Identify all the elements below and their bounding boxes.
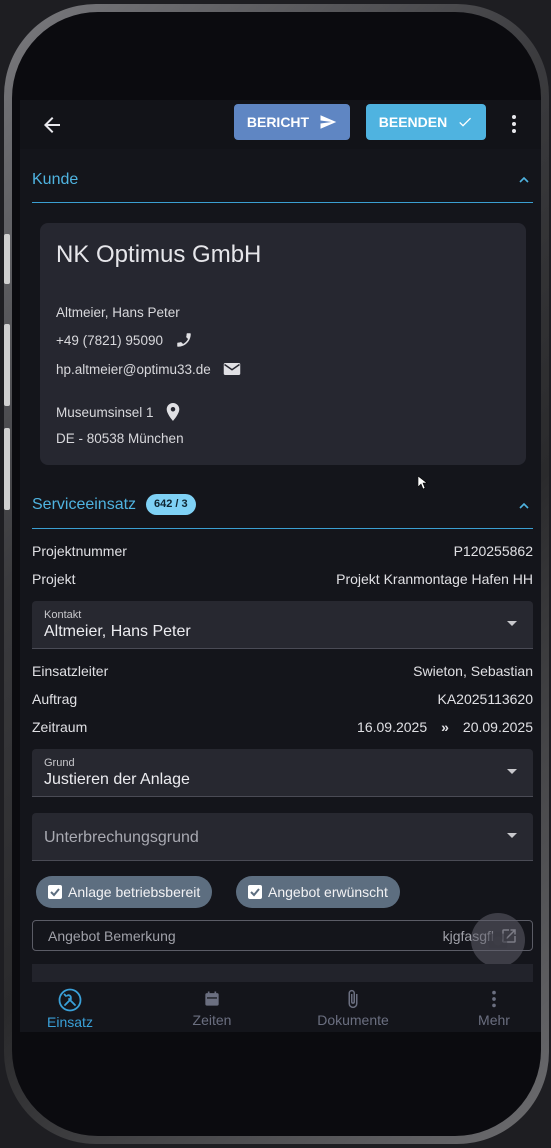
email-line[interactable]: hp.altmeier@optimu33.de (56, 361, 241, 377)
zeitraum-separator: » (441, 719, 449, 735)
tools-icon (58, 988, 82, 1012)
chevron-up-icon[interactable] (517, 173, 531, 187)
nav-einsatz[interactable]: Einsatz (20, 988, 120, 1030)
paperclip-icon (348, 989, 358, 1009)
projekt-label: Projekt (32, 571, 76, 587)
service-badge: 642 / 3 (146, 494, 196, 515)
service-title: Serviceeinsatz (32, 496, 137, 513)
street: Museumsinsel 1 (56, 404, 154, 420)
nav-dokumente-label: Dokumente (317, 1012, 389, 1028)
more-vertical-icon (492, 990, 496, 1008)
angebot-bemerkung-placeholder: Angebot Bemerkung (48, 928, 176, 944)
kunde-title: Kunde (32, 171, 79, 188)
nav-mehr-label: Mehr (478, 1012, 510, 1028)
kunde-section-header[interactable]: Kunde (32, 159, 533, 203)
check-icon (459, 117, 472, 127)
einsatzleiter-label: Einsatzleiter (32, 663, 109, 679)
side-button-volume-up (4, 324, 10, 406)
dropdown-arrow-icon[interactable] (507, 621, 517, 626)
calendar-icon (205, 991, 219, 1006)
send-icon (320, 115, 337, 129)
zeitraum-label: Zeitraum (32, 719, 88, 735)
zeitraum-value: 16.09.2025 » 20.09.2025 (357, 719, 533, 735)
bericht-button[interactable]: BERICHT (234, 104, 350, 140)
bericht-label: BERICHT (246, 114, 310, 130)
city: DE - 80538 München (56, 431, 184, 446)
nav-mehr[interactable]: Mehr (444, 988, 541, 1028)
more-vertical-icon[interactable] (504, 112, 524, 136)
angebot-bemerkung-field[interactable]: Angebot Bemerkung kjgfasgfl (32, 920, 533, 951)
street-line[interactable]: Museumsinsel 1 (56, 403, 180, 421)
zeitraum-from: 16.09.2025 (357, 719, 428, 735)
projektnummer-value: P120255862 (453, 543, 533, 559)
projekt-value: Projekt Kranmontage Hafen HH (336, 571, 533, 587)
service-section-header[interactable]: Serviceeinsatz 642 / 3 (32, 485, 533, 529)
dropdown-arrow-icon[interactable] (507, 833, 517, 838)
kontakt-label: Kontakt (44, 609, 82, 621)
unterbrechungsgrund-placeholder: Unterbrechungsgrund (44, 829, 199, 846)
beenden-label: BEENDEN (378, 114, 448, 130)
checkbox-checked-icon[interactable] (48, 885, 62, 899)
chip-angebot-erwuenscht[interactable]: Angebot erwünscht (236, 876, 400, 908)
grund-label: Grund (44, 757, 75, 769)
phone-line[interactable]: +49 (7821) 95090 (56, 331, 193, 349)
city-line: DE - 80538 München (56, 431, 184, 446)
chip-anlage-betriebsbereit[interactable]: Anlage betriebsbereit (36, 876, 213, 908)
kontakt-select[interactable]: Kontakt Altmeier, Hans Peter (32, 601, 533, 649)
side-button-volume-down (4, 428, 10, 510)
mouse-cursor-icon (418, 476, 428, 490)
nav-zeiten[interactable]: Zeiten (162, 988, 262, 1028)
next-field-partial[interactable] (32, 964, 533, 984)
mail-icon[interactable] (223, 361, 241, 377)
auftrag-row: Auftrag KA2025113620 (32, 691, 533, 711)
camera-icon (488, 931, 508, 949)
contact-line: Altmeier, Hans Peter (56, 305, 180, 320)
top-app-bar: BERICHT BEENDEN (20, 100, 541, 149)
location-pin-icon[interactable] (166, 403, 180, 421)
grund-select[interactable]: Grund Justieren der Anlage (32, 749, 533, 797)
chevron-up-icon[interactable] (517, 499, 531, 513)
phone-icon[interactable] (175, 331, 193, 349)
auftrag-value: KA2025113620 (437, 691, 534, 707)
grund-value: Justieren der Anlage (44, 771, 190, 788)
beenden-button[interactable]: BEENDEN (366, 104, 486, 140)
kontakt-value: Altmeier, Hans Peter (44, 623, 191, 640)
side-button-mute (4, 234, 10, 284)
phone-number: +49 (7821) 95090 (56, 332, 163, 348)
einsatzleiter-value: Swieton, Sebastian (413, 663, 533, 679)
company-name: NK Optimus GmbH (56, 241, 262, 268)
app-screen: BERICHT BEENDEN Kunde NK Optimus GmbH Al… (20, 100, 541, 1032)
camera-fab[interactable] (471, 913, 525, 967)
customer-card: NK Optimus GmbH Altmeier, Hans Peter +49… (40, 223, 526, 465)
einsatzleiter-row: Einsatzleiter Swieton, Sebastian (32, 663, 533, 683)
bottom-navigation: Einsatz Zeiten Dokumente Mehr (20, 982, 541, 1032)
projekt-row: Projekt Projekt Kranmontage Hafen HH (32, 571, 533, 591)
zeitraum-row: Zeitraum 16.09.2025 » 20.09.2025 (32, 719, 533, 739)
dropdown-arrow-icon[interactable] (507, 769, 517, 774)
contact-name: Altmeier, Hans Peter (56, 305, 180, 320)
chip-anlage-label: Anlage betriebsbereit (68, 884, 201, 900)
nav-dokumente[interactable]: Dokumente (303, 988, 403, 1028)
chip-angebot-label: Angebot erwünscht (268, 884, 388, 900)
nav-zeiten-label: Zeiten (192, 1012, 232, 1028)
projektnummer-label: Projektnummer (32, 543, 127, 559)
auftrag-label: Auftrag (32, 691, 78, 707)
zeitraum-to: 20.09.2025 (462, 719, 533, 735)
arrow-left-icon[interactable] (40, 113, 64, 137)
unterbrechungsgrund-select[interactable]: Unterbrechungsgrund (32, 813, 533, 861)
checkbox-checked-icon[interactable] (248, 885, 262, 899)
email-address: hp.altmeier@optimu33.de (56, 361, 211, 377)
projektnummer-row: Projektnummer P120255862 (32, 543, 533, 563)
nav-einsatz-label: Einsatz (47, 1014, 93, 1030)
